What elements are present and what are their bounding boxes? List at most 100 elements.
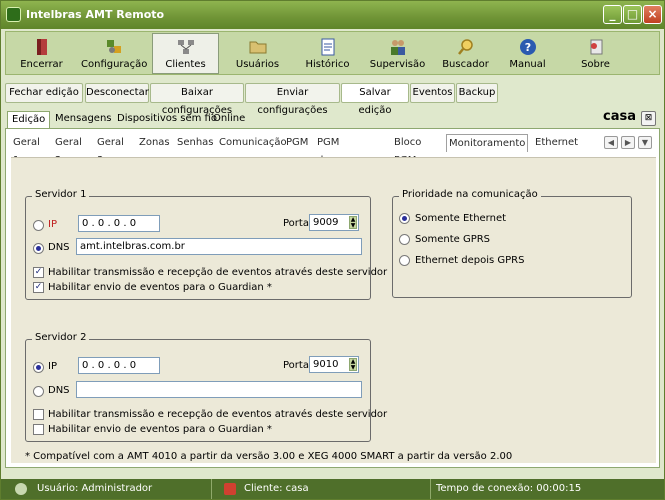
status-tempo-section: Tempo de conexão: 00:00:15 (431, 479, 664, 499)
ethernet-depois-gprs-label: Ethernet depois GPRS (415, 255, 525, 266)
servidor-2-dns-field[interactable] (76, 381, 362, 398)
tab-ethernet[interactable]: Ethernet (535, 134, 578, 152)
somente-ethernet-label: Somente Ethernet (415, 213, 507, 224)
svg-text:?: ? (524, 41, 530, 54)
desconectar-button[interactable]: Desconectar (85, 83, 149, 103)
compatibility-footnote: * Compatível com a AMT 4010 a partir da … (25, 451, 513, 462)
buscador-label: Buscador (442, 59, 489, 70)
ethernet-depois-gprs-radio[interactable] (399, 255, 410, 266)
client-connection-icon (224, 483, 236, 495)
servidor-1-title: Servidor 1 (32, 189, 90, 200)
servidor-2-porta-stepper[interactable]: 9010 ▲ ▼ (309, 356, 359, 373)
door-exit-icon (36, 39, 47, 55)
usuarios-label: Usuários (235, 59, 280, 70)
tab-online[interactable]: Online (209, 111, 249, 129)
servidor-2-ip-field[interactable]: 0 . 0 . 0 . 0 (78, 357, 160, 374)
notepad-icon (321, 38, 334, 56)
servidor-2-dns-label: DNS (48, 385, 70, 396)
servidor-1-ip-radio[interactable] (33, 220, 44, 231)
servidor-1-porta-value: 9009 (313, 217, 339, 228)
servidor-1-dns-label: DNS (48, 242, 70, 253)
usuarios-button[interactable]: Usuários (224, 33, 291, 74)
servidor-1-guardian-label: Habilitar envio de eventos para o Guardi… (48, 282, 272, 293)
supervisao-button[interactable]: Supervisão (364, 33, 431, 74)
info-file-icon (590, 39, 602, 55)
tab-edicao[interactable]: Edição (7, 111, 51, 129)
enviar-configuracoes-button[interactable]: Enviar configurações (245, 83, 340, 116)
tab-scroll-left-icon[interactable]: ◀ (604, 136, 618, 149)
salvar-edicao-button[interactable]: Salvar edição (341, 83, 409, 116)
historico-label: Histórico (305, 59, 350, 70)
tab-pgm-de-usuario[interactable]: PGM de Usuário (317, 134, 355, 184)
tab-scroll-right-icon[interactable]: ▶ (621, 136, 635, 149)
tab-comunicacao[interactable]: Comunicação (219, 134, 287, 152)
historico-button[interactable]: Histórico (294, 33, 361, 74)
configuracao-button[interactable]: Configuração (80, 33, 147, 74)
stepper-arrows-icon[interactable]: ▲ ▼ (349, 358, 357, 371)
servidor-2-ip-radio[interactable] (33, 362, 44, 373)
clientes-button[interactable]: Clientes (152, 33, 219, 74)
servidor-1-transmissao-label: Habilitar transmissão e recepção de even… (48, 267, 388, 278)
tab-senhas[interactable]: Senhas (177, 134, 214, 152)
manual-button[interactable]: ? Manual (494, 33, 561, 74)
tab-bloco-pgm[interactable]: Bloco PGM (394, 134, 421, 166)
tab-pgm[interactable]: PGM (286, 134, 308, 152)
status-cliente-section: Cliente: casa (212, 479, 431, 499)
servidor-2-guardian-checkbox[interactable] (33, 424, 44, 435)
eventos-button[interactable]: Eventos (410, 83, 455, 103)
prioridade-group: Prioridade na comunicação (392, 189, 632, 298)
network-icon (177, 40, 194, 54)
servidor-1-guardian-checkbox[interactable]: ✓ (33, 282, 44, 293)
servidor-2-transmissao-checkbox[interactable] (33, 409, 44, 420)
tab-geral-1[interactable]: Geral 1 (13, 134, 40, 166)
servidor-2-ip-label: IP (48, 361, 57, 372)
maximize-button[interactable]: □ (623, 5, 642, 24)
tab-monitoramento-ip[interactable]: Monitoramento IP (446, 134, 529, 167)
servidor-1-ip-field[interactable]: 0 . 0 . 0 . 0 (78, 215, 160, 232)
servidor-2-porta-label: Porta (283, 360, 309, 371)
status-usuario: Usuário: Administrador (37, 483, 153, 494)
fechar-edicao-button[interactable]: Fechar edição (5, 83, 83, 103)
somente-gprs-label: Somente GPRS (415, 234, 491, 245)
tab-geral-2[interactable]: Geral 2 (55, 134, 82, 166)
tab-mensagens[interactable]: Mensagens (51, 111, 116, 129)
title-bar: Intelbras AMT Remoto _ □ × (1, 1, 664, 29)
servidor-2-guardian-label: Habilitar envio de eventos para o Guardi… (48, 424, 272, 435)
status-bar: Usuário: Administrador Cliente: casa Tem… (1, 479, 664, 499)
close-button[interactable]: × (643, 5, 662, 24)
servidor-1-porta-stepper[interactable]: 9009 ▲ ▼ (309, 214, 359, 231)
buscador-button[interactable]: Buscador (432, 33, 499, 74)
minimize-button[interactable]: _ (603, 5, 622, 24)
servidor-1-transmissao-checkbox[interactable]: ✓ (33, 267, 44, 278)
somente-gprs-radio[interactable] (399, 234, 410, 245)
app-window: Intelbras AMT Remoto _ □ × Encerrar Conf… (0, 0, 665, 500)
servidor-2-dns-radio[interactable] (33, 386, 44, 397)
configuracao-label: Configuração (81, 59, 148, 70)
servidor-1-dns-field[interactable]: amt.intelbras.com.br (76, 238, 362, 255)
gear-cubes-icon (106, 40, 121, 53)
encerrar-button[interactable]: Encerrar (8, 33, 75, 74)
stepper-arrows-icon[interactable]: ▲ ▼ (349, 216, 357, 229)
tab-dispositivos-sem-fio[interactable]: Dispositivos sem fio (113, 111, 221, 129)
servidor-1-dns-radio[interactable] (33, 243, 44, 254)
status-usuario-section: Usuário: Administrador (1, 479, 212, 499)
servidor-2-transmissao-label: Habilitar transmissão e recepção de even… (48, 409, 388, 420)
folder-icon (249, 41, 266, 54)
tab-list-icon[interactable]: ▼ (638, 136, 652, 149)
servidor-1-ip-label: IP (48, 219, 57, 230)
magnifier-icon (457, 39, 473, 55)
backup-button[interactable]: Backup (456, 83, 498, 103)
servidor-1-porta-label: Porta (283, 218, 309, 229)
somente-ethernet-radio[interactable] (399, 213, 410, 224)
client-name-label: casa (603, 109, 636, 124)
sobre-button[interactable]: Sobre (562, 33, 629, 74)
tab-zonas[interactable]: Zonas (139, 134, 170, 152)
main-toolbar: Encerrar Configuração Clientes Usuários … (5, 31, 660, 75)
tab-geral-3[interactable]: Geral 3 (97, 134, 124, 166)
servidor-2-porta-value: 9010 (313, 359, 339, 370)
window-title: Intelbras AMT Remoto (26, 8, 165, 21)
app-logo-icon (6, 7, 21, 22)
baixar-configuracoes-button[interactable]: Baixar configurações (150, 83, 244, 116)
close-client-icon[interactable]: ⊠ (641, 111, 656, 126)
encerrar-label: Encerrar (20, 59, 63, 70)
